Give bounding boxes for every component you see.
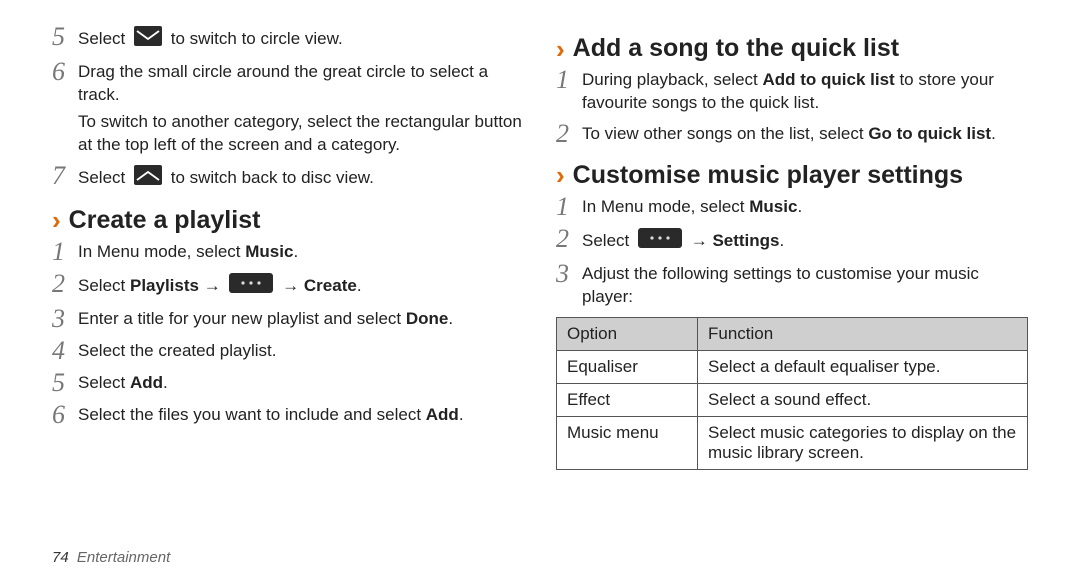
table-header: Function [698,317,1028,350]
chevron-right-icon: › [556,162,565,188]
step: 5 Select to switch to circle view. [52,26,524,53]
step-number: 5 [52,24,78,50]
step-number: 1 [556,194,582,220]
step: 2 To view other songs on the list, selec… [556,123,1028,147]
table-cell: Select music categories to display on th… [698,416,1028,469]
step: 3 Adjust the following settings to custo… [556,263,1028,309]
step-subtext: To switch to another category, select th… [78,111,524,157]
table-cell: Music menu [557,416,698,469]
step: 5 Select Add. [52,372,524,396]
step-number: 7 [52,163,78,189]
step: 1 During playback, select Add to quick l… [556,69,1028,115]
table-cell: Select a default equaliser type. [698,350,1028,383]
step-body: Select to switch back to disc view. [78,165,524,192]
step-body: During playback, select Add to quick lis… [582,69,1028,115]
step-body: Adjust the following settings to customi… [582,263,1028,309]
step-body: In Menu mode, select Music. [78,241,524,264]
table-cell: Select a sound effect. [698,383,1028,416]
step-number: 2 [556,226,582,252]
step-number: 5 [52,370,78,396]
step-body: Select → Settings. [582,228,1028,255]
table-cell: Equaliser [557,350,698,383]
step-body: Select Playlists → → Create. [78,273,524,300]
right-column: › Add a song to the quick list 1 During … [540,20,1044,586]
table-row: Equaliser Select a default equaliser typ… [557,350,1028,383]
chevron-right-icon: › [556,36,565,62]
step: 3 Enter a title for your new playlist an… [52,308,524,332]
step: 7 Select to switch back to disc view. [52,165,524,192]
step: 6 Drag the small circle around the great… [52,61,524,157]
table-header: Option [557,317,698,350]
table-cell: Effect [557,383,698,416]
section-heading: › Customise music player settings [556,161,1028,190]
step-number: 1 [556,67,582,93]
left-column: 5 Select to switch to circle view. 6 Dra… [36,20,540,586]
step-number: 3 [556,261,582,287]
step: 1 In Menu mode, select Music. [52,241,524,265]
step-body: Enter a title for your new playlist and … [78,308,524,331]
step: 2 Select Playlists → → Create. [52,273,524,300]
step: 4 Select the created playlist. [52,340,524,364]
step: 1 In Menu mode, select Music. [556,196,1028,220]
section-heading: › Create a playlist [52,206,524,235]
step-number: 3 [52,306,78,332]
step-number: 2 [556,121,582,147]
step: 2 Select → Settings. [556,228,1028,255]
envelope-up-icon [134,165,162,192]
step: 6 Select the files you want to include a… [52,404,524,428]
chevron-right-icon: › [52,207,61,233]
more-options-icon [638,228,682,255]
step-number: 6 [52,59,78,85]
step-body: Drag the small circle around the great c… [78,61,524,157]
step-number: 6 [52,402,78,428]
page-number: 74 [52,549,69,566]
step-body: Select the created playlist. [78,340,524,363]
section-heading: › Add a song to the quick list [556,34,1028,63]
envelope-down-icon [134,26,162,53]
section-name: Entertainment [77,549,170,566]
step-body: Select to switch to circle view. [78,26,524,53]
page-footer: 74 Entertainment [52,549,170,566]
manual-page: 5 Select to switch to circle view. 6 Dra… [0,0,1080,586]
table-row: Music menu Select music categories to di… [557,416,1028,469]
step-body: To view other songs on the list, select … [582,123,1028,146]
table-header-row: Option Function [557,317,1028,350]
step-number: 1 [52,239,78,265]
step-number: 4 [52,338,78,364]
step-body: Select the files you want to include and… [78,404,524,427]
step-body: Select Add. [78,372,524,395]
step-number: 2 [52,271,78,297]
table-row: Effect Select a sound effect. [557,383,1028,416]
step-body: In Menu mode, select Music. [582,196,1028,219]
more-options-icon [229,273,273,300]
settings-table: Option Function Equaliser Select a defau… [556,317,1028,470]
